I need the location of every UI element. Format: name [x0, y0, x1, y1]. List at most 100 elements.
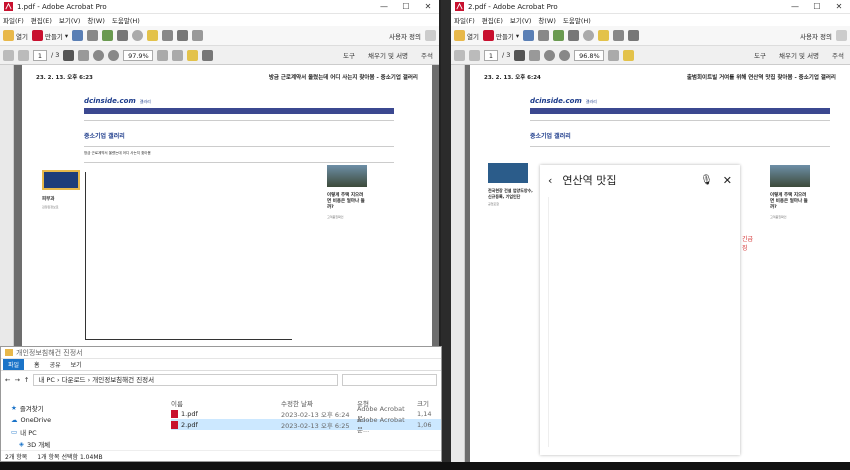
- menu-help[interactable]: 도움말(H): [112, 15, 140, 25]
- nav-favorites[interactable]: ★ 즐겨찾기: [1, 402, 151, 414]
- fit-icon[interactable]: [157, 49, 169, 61]
- nav-sidebar[interactable]: [451, 65, 465, 462]
- comment-tab[interactable]: 주석: [418, 48, 436, 62]
- minimize-button[interactable]: —: [373, 0, 395, 14]
- address-path[interactable]: 내 PC › 다운로드 › 개인정보침해건 진정서: [33, 374, 338, 386]
- forward-arrow-icon[interactable]: →: [14, 376, 19, 384]
- create-button[interactable]: 만들기 ▾: [31, 30, 68, 41]
- highlight-icon[interactable]: [613, 30, 625, 41]
- comment-tab[interactable]: 주석: [829, 48, 847, 62]
- star-icon: ★: [11, 404, 17, 412]
- menu-edit[interactable]: 편집(E): [31, 15, 52, 25]
- comment-icon[interactable]: [147, 30, 159, 41]
- page-number-input[interactable]: 1: [484, 49, 498, 61]
- save-icon[interactable]: [72, 30, 84, 41]
- hand-icon[interactable]: [78, 49, 90, 61]
- select-icon[interactable]: [63, 49, 75, 61]
- menu-view[interactable]: 보기(V): [510, 15, 531, 25]
- close-icon[interactable]: ✕: [723, 174, 732, 187]
- expand-icon[interactable]: [836, 30, 847, 41]
- search-input[interactable]: [342, 374, 437, 386]
- menu-file[interactable]: 파일(F): [3, 15, 24, 25]
- zoom-in-icon[interactable]: [559, 49, 571, 61]
- fill-sign-tab[interactable]: 채우기 및 서명: [365, 48, 411, 62]
- menu-help[interactable]: 도움말(H): [563, 15, 591, 25]
- save-icon[interactable]: [523, 30, 535, 41]
- share-icon[interactable]: [192, 30, 204, 41]
- window-title: 2.pdf - Adobe Acrobat Pro: [468, 2, 558, 11]
- maximize-button[interactable]: ☐: [395, 0, 417, 14]
- menu-view[interactable]: 보기(V): [59, 15, 80, 25]
- fit-icon[interactable]: [608, 49, 620, 61]
- settings-icon[interactable]: [583, 30, 595, 41]
- col-size[interactable]: 크기: [417, 398, 441, 408]
- zoom-out-icon[interactable]: [93, 49, 105, 61]
- menu-file[interactable]: 파일(F): [454, 15, 475, 25]
- back-arrow-icon[interactable]: ‹: [548, 174, 552, 187]
- taskbar[interactable]: [0, 462, 850, 470]
- zoom-out-icon[interactable]: [544, 49, 556, 61]
- prev-page-icon[interactable]: [454, 49, 465, 61]
- nav-onedrive[interactable]: ☁ OneDrive: [1, 414, 151, 426]
- minimize-button[interactable]: —: [784, 0, 806, 14]
- customize-label[interactable]: 사용자 정의: [800, 31, 832, 41]
- mic-icon[interactable]: 🎙: [700, 175, 713, 186]
- next-page-icon[interactable]: [469, 49, 480, 61]
- zoom-input[interactable]: 96.8%: [574, 49, 605, 61]
- menu-bar: 파일(F) 편집(E) 보기(V) 창(W) 도움말(H): [451, 14, 850, 26]
- ribbon-tabs: 파일 홈 공유 보기: [1, 359, 441, 371]
- tab-home[interactable]: 홈: [34, 360, 40, 369]
- menu-edit[interactable]: 편집(E): [482, 15, 503, 25]
- open-button[interactable]: 열기: [3, 30, 28, 41]
- comment-icon[interactable]: [598, 30, 610, 41]
- tab-share[interactable]: 공유: [50, 360, 61, 369]
- document-area[interactable]: 23. 2. 13. 오후 6:24 출범회이트빌 거여를 위해 연산역 맛집 …: [465, 65, 850, 462]
- site-nav-bar: [530, 108, 830, 114]
- print-icon[interactable]: [538, 30, 550, 41]
- comment-tool-icon[interactable]: [187, 49, 199, 61]
- create-button[interactable]: 만들기 ▾: [482, 30, 519, 41]
- comment-tool-icon[interactable]: [623, 49, 635, 61]
- tools-tab[interactable]: 도구: [751, 48, 769, 62]
- tools-tab[interactable]: 도구: [340, 48, 358, 62]
- read-mode-icon[interactable]: [172, 49, 184, 61]
- close-button[interactable]: ✕: [828, 0, 850, 14]
- right-ad-sub: 고객품질확인: [327, 215, 344, 219]
- back-arrow-icon[interactable]: ←: [5, 376, 10, 384]
- email-icon[interactable]: [117, 30, 129, 41]
- up-arrow-icon[interactable]: ↑: [24, 376, 29, 384]
- col-name[interactable]: 이름: [171, 398, 281, 408]
- open-button[interactable]: 열기: [454, 30, 479, 41]
- create-pdf-icon: [31, 30, 43, 41]
- nav-this-pc[interactable]: ▭ 내 PC: [1, 426, 151, 438]
- nav-3d-objects[interactable]: ◈ 3D 개체: [1, 438, 151, 450]
- page-number-input[interactable]: 1: [33, 49, 47, 61]
- tab-file[interactable]: 파일: [3, 359, 25, 370]
- sign-icon[interactable]: [177, 30, 189, 41]
- settings-icon[interactable]: [132, 30, 144, 41]
- highlight-icon[interactable]: [162, 30, 174, 41]
- pen-icon[interactable]: [202, 49, 214, 61]
- prev-page-icon[interactable]: [3, 49, 14, 61]
- col-date[interactable]: 수정한 날짜: [281, 398, 357, 408]
- file-row-selected[interactable]: 2.pdf 2023-02-13 오후 6:25 Adobe Acrobat 문…: [171, 416, 441, 434]
- upload-icon[interactable]: [553, 30, 565, 41]
- menu-window[interactable]: 창(W): [87, 15, 104, 25]
- maximize-button[interactable]: ☐: [806, 0, 828, 14]
- sign-icon[interactable]: [628, 30, 640, 41]
- select-icon[interactable]: [514, 49, 526, 61]
- zoom-in-icon[interactable]: [108, 49, 120, 61]
- close-button[interactable]: ✕: [417, 0, 439, 14]
- expand-icon[interactable]: [425, 30, 436, 41]
- menu-window[interactable]: 창(W): [538, 15, 555, 25]
- zoom-input[interactable]: 97.9%: [123, 49, 154, 61]
- customize-label[interactable]: 사용자 정의: [389, 31, 421, 41]
- email-icon[interactable]: [568, 30, 580, 41]
- tab-view[interactable]: 보기: [71, 360, 82, 369]
- print-icon[interactable]: [87, 30, 99, 41]
- hand-icon[interactable]: [529, 49, 541, 61]
- upload-icon[interactable]: [102, 30, 114, 41]
- next-page-icon[interactable]: [18, 49, 29, 61]
- gallery-title: 중소기업 갤러리: [84, 133, 125, 140]
- fill-sign-tab[interactable]: 채우기 및 서명: [776, 48, 822, 62]
